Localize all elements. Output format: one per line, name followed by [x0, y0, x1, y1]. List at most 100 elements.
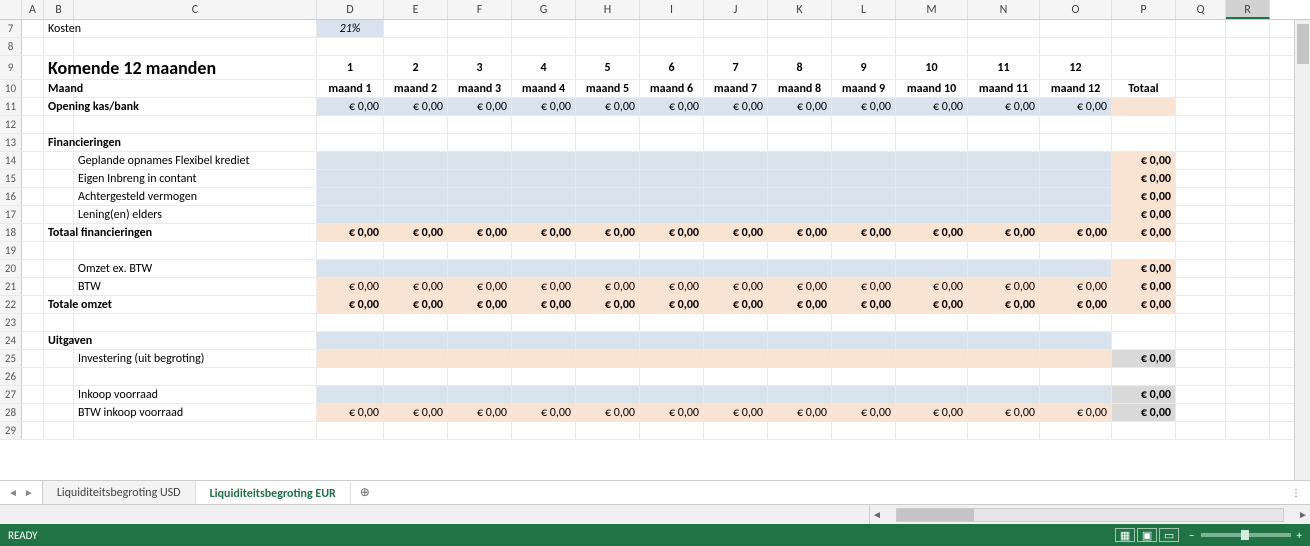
col-header-I[interactable]: I [640, 0, 704, 19]
row-28[interactable]: 28 BTW inkoop voorraad € 0,00 € 0,00 € 0… [0, 404, 1310, 422]
row-25[interactable]: 25 Investering (uit begroting) € 0,00 [0, 350, 1310, 368]
view-normal-button[interactable]: ▦ [1115, 528, 1135, 542]
col-header-K[interactable]: K [768, 0, 832, 19]
col-header-B[interactable]: B [44, 0, 74, 19]
col-header-H[interactable]: H [576, 0, 640, 19]
col-header-P[interactable]: P [1112, 0, 1176, 19]
view-page-layout-button[interactable]: ▣ [1137, 528, 1157, 542]
horizontal-scrollbar-thumb[interactable] [897, 509, 974, 521]
row-27[interactable]: 27 Inkoop voorraad € 0,00 [0, 386, 1310, 404]
row-header[interactable]: 29 [0, 422, 22, 439]
col-header-C[interactable]: C [74, 0, 317, 19]
vertical-scrollbar-thumb[interactable] [1297, 24, 1309, 64]
row-header[interactable]: 16 [0, 188, 22, 205]
label-btw: BTW [74, 278, 317, 295]
row-11[interactable]: 11 Opening kas/bank € 0,00 € 0,00 € 0,00… [0, 98, 1310, 116]
row-header[interactable]: 8 [0, 38, 22, 55]
hscroll-right-arrow-icon[interactable]: ► [1296, 508, 1310, 521]
col-header-J[interactable]: J [704, 0, 768, 19]
cell-kosten[interactable]: Kosten [44, 20, 74, 37]
col-header-F[interactable]: F [448, 0, 512, 19]
row-header[interactable]: 27 [0, 386, 22, 403]
col-header-R[interactable]: R [1226, 0, 1270, 19]
row-9[interactable]: 9 Komende 12 maanden 1 2 3 4 5 6 7 8 9 1… [0, 56, 1310, 80]
row-16[interactable]: 16 Achtergesteld vermogen € 0,00 [0, 188, 1310, 206]
row-23[interactable]: 23 [0, 314, 1310, 332]
row-header[interactable]: 15 [0, 170, 22, 187]
row-header[interactable]: 12 [0, 116, 22, 133]
col-header-D[interactable]: D [317, 0, 384, 19]
row-header[interactable]: 13 [0, 134, 22, 151]
zoom-slider[interactable] [1201, 533, 1291, 537]
row-26[interactable]: 26 [0, 368, 1310, 386]
row-15[interactable]: 15 Eigen Inbreng in contant € 0,00 [0, 170, 1310, 188]
column-headers: A B C D E F G H I J K L M N O P Q R [0, 0, 1310, 20]
row-header[interactable]: 26 [0, 368, 22, 385]
zoom-out-icon[interactable]: − [1189, 529, 1194, 542]
view-page-break-button[interactable]: ▭ [1159, 528, 1179, 542]
horizontal-scroll-region: ◄ ► [0, 504, 1310, 524]
row-17[interactable]: 17 Lening(en) elders € 0,00 [0, 206, 1310, 224]
tab-scroll-marker: ⋮ [1283, 481, 1310, 504]
row-24[interactable]: 24 Uitgaven [0, 332, 1310, 350]
col-header-G[interactable]: G [512, 0, 576, 19]
status-ready-label: READY [8, 529, 38, 542]
status-bar: READY ▦ ▣ ▭ − + [0, 524, 1310, 546]
row-header[interactable]: 22 [0, 296, 22, 313]
sheet-tab-eur[interactable]: Liquiditeitsbegroting EUR [196, 482, 351, 505]
row-header[interactable]: 25 [0, 350, 22, 367]
hscroll-left-arrow-icon[interactable]: ◄ [870, 508, 884, 521]
row-header[interactable]: 19 [0, 242, 22, 259]
row-header[interactable]: 14 [0, 152, 22, 169]
tab-nav-next-icon[interactable]: ► [24, 486, 34, 499]
label-opening: Opening kas/bank [44, 98, 74, 115]
row-29[interactable]: 29 [0, 422, 1310, 440]
zoom-slider-thumb[interactable] [1241, 530, 1249, 540]
row-header[interactable]: 28 [0, 404, 22, 421]
row-header[interactable]: 21 [0, 278, 22, 295]
col-header-E[interactable]: E [384, 0, 448, 19]
zoom-control[interactable]: − + [1189, 529, 1302, 542]
row-13[interactable]: 13 Financieringen [0, 134, 1310, 152]
col-header-A[interactable]: A [22, 0, 44, 19]
row-18[interactable]: 18 Totaal financieringen € 0,00 € 0,00 €… [0, 224, 1310, 242]
row-header[interactable]: 20 [0, 260, 22, 277]
horizontal-scrollbar[interactable] [896, 508, 1284, 522]
row-header[interactable]: 10 [0, 80, 22, 97]
label-totaal-financieringen: Totaal financieringen [44, 224, 74, 241]
row-21[interactable]: 21 BTW € 0,00 € 0,00 € 0,00 € 0,00 € 0,0… [0, 278, 1310, 296]
row-20[interactable]: 20 Omzet ex. BTW € 0,00 [0, 260, 1310, 278]
sheet-grid[interactable]: 7 Kosten 21% 8 9 Komende 12 maanden 1 2 … [0, 20, 1310, 480]
col-header-N[interactable]: N [968, 0, 1040, 19]
row-14[interactable]: 14 Geplande opnames Flexibel krediet € 0… [0, 152, 1310, 170]
row-8[interactable]: 8 [0, 38, 1310, 56]
col-header-O[interactable]: O [1040, 0, 1112, 19]
page-icon: ▣ [1142, 529, 1152, 542]
sheet-tab-usd[interactable]: Liquiditeitsbegroting USD [43, 481, 196, 504]
row-header[interactable]: 11 [0, 98, 22, 115]
row-22[interactable]: 22 Totale omzet € 0,00 € 0,00 € 0,00 € 0… [0, 296, 1310, 314]
label-inkoop-voorraad: Inkoop voorraad [74, 386, 317, 403]
row-header[interactable]: 7 [0, 20, 22, 37]
add-sheet-button[interactable]: ⊕ [351, 481, 379, 504]
col-header-Q[interactable]: Q [1176, 0, 1226, 19]
section-title: Komende 12 maanden [44, 56, 74, 79]
cell-kosten-pct[interactable]: 21% [317, 20, 384, 37]
row-header[interactable]: 9 [0, 56, 22, 79]
vertical-scrollbar[interactable] [1294, 20, 1310, 480]
sheet-tab-bar: ◄ ► Liquiditeitsbegroting USD Liquiditei… [0, 480, 1310, 504]
row-header[interactable]: 18 [0, 224, 22, 241]
row-19[interactable]: 19 [0, 242, 1310, 260]
break-icon: ▭ [1164, 529, 1174, 542]
row-12[interactable]: 12 [0, 116, 1310, 134]
row-7[interactable]: 7 Kosten 21% [0, 20, 1310, 38]
select-all-corner[interactable] [0, 0, 22, 19]
row-header[interactable]: 24 [0, 332, 22, 349]
row-header[interactable]: 23 [0, 314, 22, 331]
zoom-in-icon[interactable]: + [1297, 529, 1302, 542]
col-header-L[interactable]: L [832, 0, 896, 19]
col-header-M[interactable]: M [896, 0, 968, 19]
row-header[interactable]: 17 [0, 206, 22, 223]
row-10[interactable]: 10 Maand maand 1 maand 2 maand 3 maand 4… [0, 80, 1310, 98]
tab-nav-prev-icon[interactable]: ◄ [8, 486, 18, 499]
